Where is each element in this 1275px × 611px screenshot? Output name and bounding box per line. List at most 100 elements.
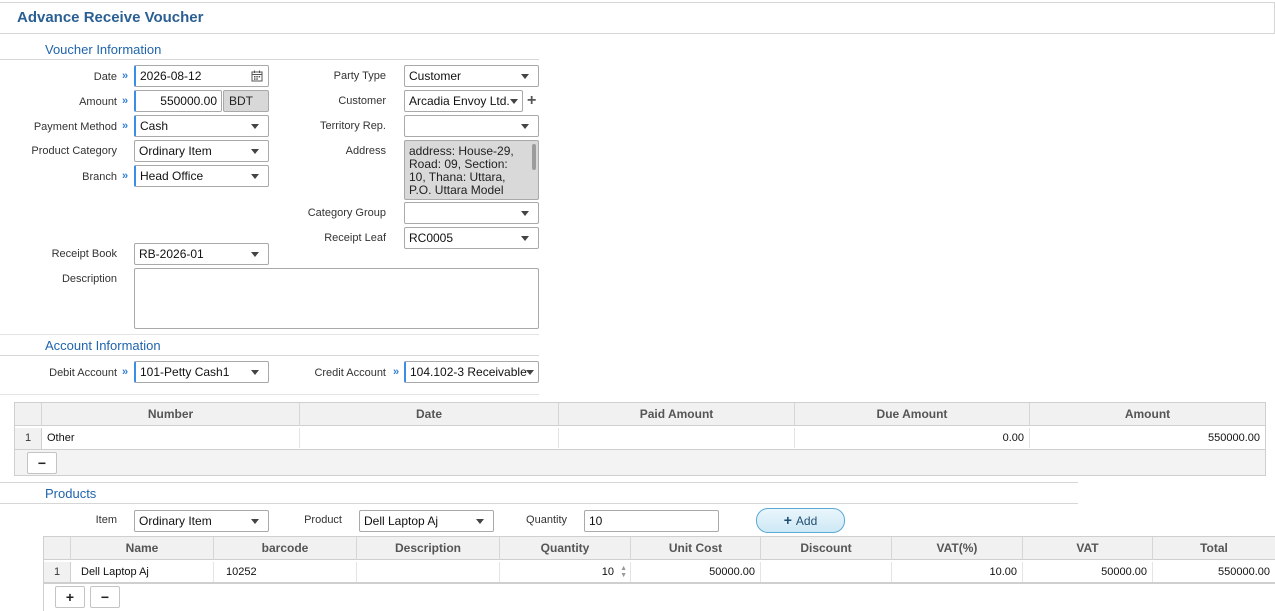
products-heading: Products (45, 486, 97, 501)
column-header-number[interactable]: Number (42, 403, 300, 426)
territory-rep-select[interactable] (404, 115, 539, 137)
plus-icon: + (783, 512, 792, 528)
branch-label: Branch (82, 171, 117, 183)
chevron-down-icon (521, 236, 529, 241)
chevron-down-icon (476, 519, 484, 524)
column-header-unit-cost[interactable]: Unit Cost (631, 537, 761, 560)
item-select[interactable]: Ordinary Item (134, 510, 269, 532)
payment-method-value: Cash (140, 119, 169, 133)
chevron-down-icon (521, 211, 529, 216)
table-cell-name[interactable]: Dell Laptop Aj (71, 562, 214, 582)
divider (0, 394, 539, 395)
address-box[interactable]: address: House-29, Road: 09, Section: 10… (404, 140, 539, 200)
receipt-book-label: Receipt Book (51, 248, 117, 260)
column-header-description[interactable]: Description (357, 537, 500, 560)
category-group-select[interactable] (404, 202, 539, 224)
required-indicator-icon: » (393, 366, 400, 378)
table-cell-amount[interactable]: 550000.00 (1030, 428, 1265, 448)
products-grid: Name barcode Description Quantity Unit C… (43, 536, 1275, 611)
table-cell-barcode[interactable]: 10252 (214, 562, 357, 582)
required-indicator-icon: » (122, 366, 129, 378)
column-header-paid-amount[interactable]: Paid Amount (559, 403, 795, 426)
table-cell-description[interactable] (357, 562, 500, 582)
payment-grid-footer: − (15, 449, 1265, 475)
product-select[interactable]: Dell Laptop Aj (359, 510, 494, 532)
required-indicator-icon: » (122, 70, 129, 82)
required-indicator-icon: » (122, 95, 129, 107)
receipt-leaf-value: RC0005 (409, 231, 454, 245)
table-cell-vat-percent[interactable]: 10.00 (892, 562, 1023, 582)
account-info-heading: Account Information (45, 338, 161, 353)
receipt-book-select[interactable]: RB-2026-01 (134, 243, 269, 265)
required-indicator-icon: » (122, 120, 129, 132)
scrollbar[interactable] (532, 144, 536, 170)
title-bar: Advance Receive Voucher (0, 2, 1275, 34)
chevron-down-icon (510, 99, 518, 104)
row-number-header (15, 403, 42, 426)
table-cell-number[interactable]: Other (42, 428, 300, 448)
party-type-value: Customer (409, 69, 462, 83)
column-header-date[interactable]: Date (300, 403, 559, 426)
column-header-quantity[interactable]: Quantity (500, 537, 631, 560)
chevron-down-icon (521, 74, 529, 79)
add-customer-icon[interactable]: + (527, 92, 536, 110)
credit-account-label: Credit Account (314, 367, 386, 379)
table-cell-discount[interactable] (761, 562, 892, 582)
payment-method-select[interactable]: Cash (134, 115, 269, 137)
products-grid-header: Name barcode Description Quantity Unit C… (44, 537, 1275, 560)
column-header-total[interactable]: Total (1153, 537, 1275, 560)
quantity-input[interactable]: 10 (584, 510, 719, 532)
divider (0, 59, 539, 60)
spinner-icon[interactable]: ▲ ▼ (620, 565, 627, 579)
remove-row-button[interactable]: − (90, 586, 120, 608)
row-number: 1 (15, 428, 42, 449)
add-row-button[interactable]: + (55, 586, 85, 608)
chevron-down-icon (521, 124, 529, 129)
table-cell-date[interactable] (300, 428, 559, 448)
payment-grid-header: Number Date Paid Amount Due Amount Amoun… (15, 403, 1265, 426)
date-field[interactable]: 2026-08-12 (134, 65, 269, 87)
remove-row-button[interactable]: − (27, 452, 57, 474)
party-type-label: Party Type (333, 70, 386, 82)
territory-rep-label: Territory Rep. (319, 120, 386, 132)
date-label: Date (93, 71, 117, 83)
voucher-info-heading: Voucher Information (45, 42, 162, 57)
receipt-book-value: RB-2026-01 (139, 247, 204, 261)
column-header-vat[interactable]: VAT (1023, 537, 1153, 560)
product-category-select[interactable]: Ordinary Item (134, 140, 269, 162)
payment-grid: Number Date Paid Amount Due Amount Amoun… (14, 402, 1266, 476)
table-cell-quantity: 10 (601, 566, 614, 578)
column-header-amount[interactable]: Amount (1030, 403, 1265, 426)
add-product-button[interactable]: + Add (756, 508, 845, 533)
table-cell-vat[interactable]: 50000.00 (1023, 562, 1153, 582)
amount-field[interactable]: 550000.00 (134, 90, 222, 112)
customer-select[interactable]: Arcadia Envoy Ltd. (404, 90, 523, 112)
party-type-select[interactable]: Customer (404, 65, 539, 87)
item-label: Item (95, 514, 117, 526)
table-cell-paid-amount[interactable] (559, 428, 795, 448)
credit-account-select[interactable]: 104.102-3 Receivable (404, 361, 539, 383)
category-group-label: Category Group (307, 207, 386, 219)
debit-account-select[interactable]: 101-Petty Cash1 (134, 361, 269, 383)
address-label: Address (345, 145, 386, 157)
column-header-barcode[interactable]: barcode (214, 537, 357, 560)
table-cell-due-amount[interactable]: 0.00 (795, 428, 1030, 448)
column-header-name[interactable]: Name (71, 537, 214, 560)
products-grid-footer: + − (44, 582, 1275, 611)
description-textarea[interactable] (134, 268, 539, 329)
table-cell-unit-cost[interactable]: 50000.00 (631, 562, 761, 582)
branch-select[interactable]: Head Office (134, 165, 269, 187)
quantity-label: Quantity (526, 514, 567, 526)
table-cell-total[interactable]: 550000.00 (1153, 562, 1275, 582)
divider (0, 482, 1078, 483)
row-number-header (44, 537, 71, 560)
column-header-due-amount[interactable]: Due Amount (795, 403, 1030, 426)
receipt-leaf-select[interactable]: RC0005 (404, 227, 539, 249)
quantity-value: 10 (589, 514, 603, 528)
column-header-vat-percent[interactable]: VAT(%) (892, 537, 1023, 560)
quantity-stepper[interactable]: 10 ▲ ▼ (500, 562, 631, 582)
row-number: 1 (44, 562, 71, 583)
amount-label: Amount (79, 96, 117, 108)
divider (0, 334, 539, 335)
column-header-discount[interactable]: Discount (761, 537, 892, 560)
